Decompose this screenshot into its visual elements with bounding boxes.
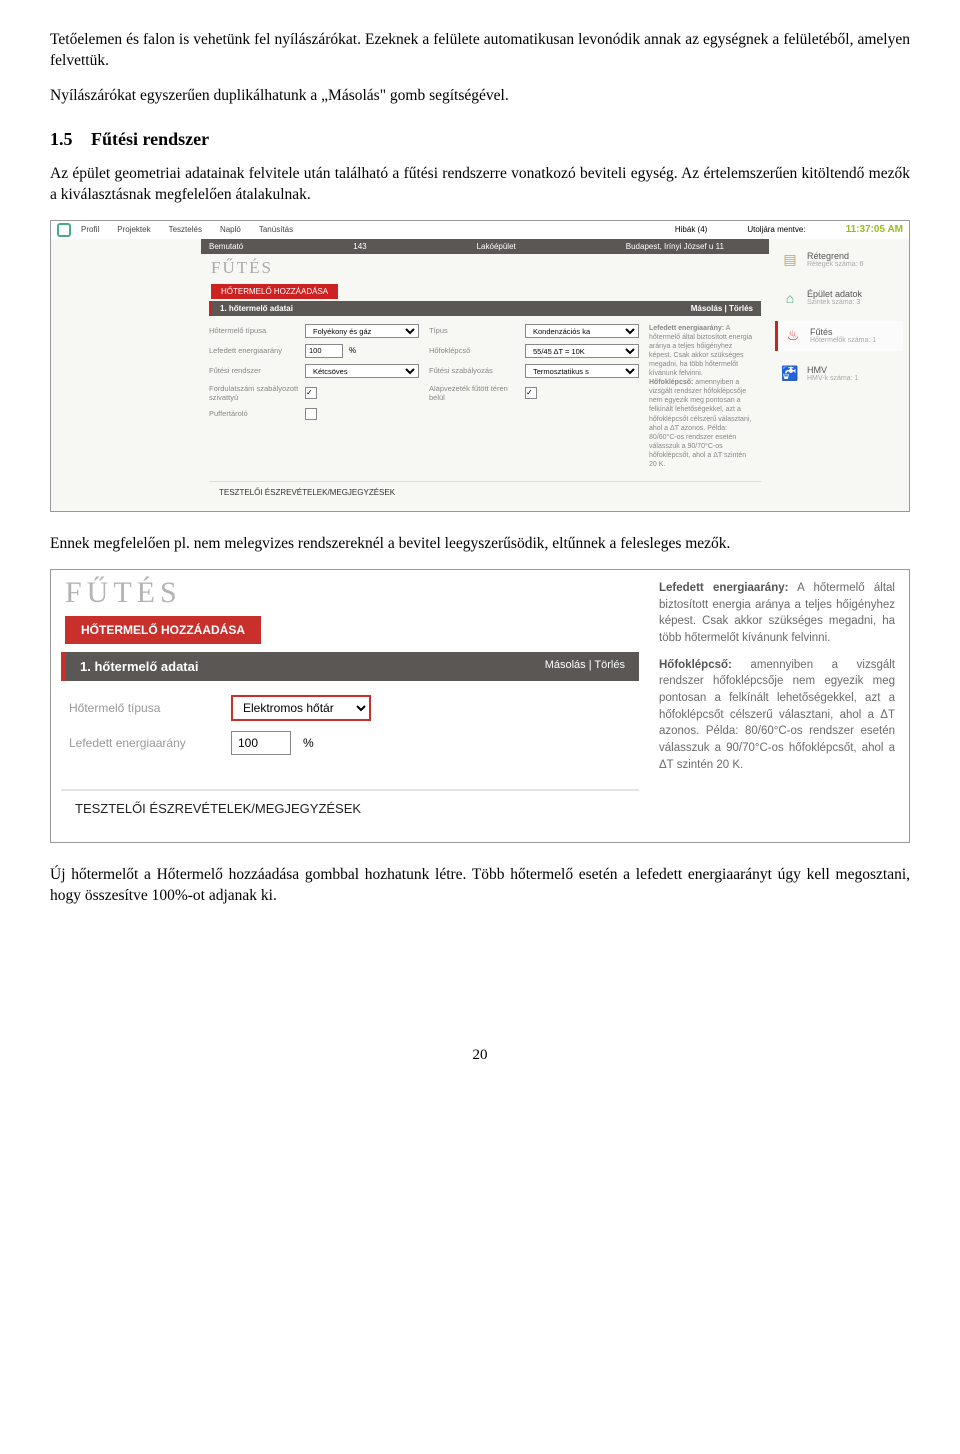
project-type: Lakóépület: [477, 242, 516, 251]
energy-input[interactable]: [305, 344, 343, 358]
lbl-type-2: Hőtermelő típusa: [69, 701, 219, 715]
app-logo-icon: [57, 223, 71, 237]
alap-checkbox[interactable]: ✓: [525, 387, 537, 399]
building-icon: ⌂: [779, 287, 801, 309]
nav-profil[interactable]: Profil: [81, 225, 99, 234]
tap-icon: 🚰: [779, 363, 801, 385]
lbl-szab: Fűtési szabályozás: [429, 366, 519, 375]
top-nav: Profil Projektek Tesztelés Napló Tanúsít…: [81, 225, 293, 234]
system-select[interactable]: Kétcsöves: [305, 364, 419, 378]
heater-type-select[interactable]: Folyékony és gáz: [305, 324, 419, 338]
info1-head: Lefedett energiaarány:: [649, 325, 724, 332]
nav-tanusitas[interactable]: Tanúsítás: [259, 225, 293, 234]
project-addr: Budapest, Irínyi József u 11: [626, 242, 724, 251]
c4-sub: HMV-k száma: 1: [807, 375, 858, 382]
heading-text: Fűtési rendszer: [91, 129, 209, 149]
unit-percent-2: %: [303, 736, 314, 750]
nav-teszteles[interactable]: Tesztelés: [169, 225, 202, 234]
c2-title: Épület adatok: [807, 289, 862, 299]
section-heading: 1.5 Fűtési rendszer: [50, 129, 910, 150]
paragraph-3: Az épület geometriai adatainak felvitele…: [50, 164, 910, 206]
paragraph-2: Nyílászárókat egyszerűen duplikálhatunk …: [50, 86, 910, 107]
info1-head-2: Lefedett energiaarány:: [659, 582, 788, 594]
app-screenshot-2: FŰTÉS HŐTERMELŐ HOZZÁADÁSA 1. hőtermelő …: [50, 569, 910, 843]
heater-header: 1. hőtermelő adatai Másolás | Törlés: [209, 301, 761, 316]
lbl-energy-2: Lefedett energiaarány: [69, 736, 219, 750]
heater-actions[interactable]: Másolás | Törlés: [691, 304, 753, 313]
c2-sub: Szintek száma: 3: [807, 299, 862, 306]
lbl-alap: Alapvezeték fűtött téren belül: [429, 384, 519, 402]
paragraph-4: Ennek megfelelően pl. nem melegvizes ren…: [50, 534, 910, 555]
heading-number: 1.5: [50, 129, 73, 149]
nav-naplo[interactable]: Napló: [220, 225, 241, 234]
buffer-checkbox[interactable]: [305, 408, 317, 420]
info-panel-2: Lefedett energiaarány: A hőtermelő által…: [649, 570, 909, 842]
paragraph-1: Tetőelemen és falon is vehetünk fel nyíl…: [50, 30, 910, 72]
info-panel: Lefedett energiaarány: A hőtermelő által…: [649, 324, 761, 470]
project-bar: Bemutató 143 Lakóépület Budapest, Irínyi…: [201, 239, 769, 254]
add-heater-button[interactable]: HŐTERMELŐ HOZZÁADÁSA: [211, 284, 338, 299]
heater-title: 1. hőtermelő adatai: [220, 304, 293, 313]
section-title: FŰTÉS: [201, 254, 769, 282]
saved-label: Utoljára mentve:: [747, 225, 805, 234]
card-hmv[interactable]: 🚰 HMVHMV-k száma: 1: [775, 359, 903, 389]
errors-link[interactable]: Hibák (4): [675, 225, 707, 234]
lbl-buffer: Puffertároló: [209, 409, 299, 418]
saved-time: 11:37:05 AM: [846, 224, 903, 235]
lbl-energy: Lefedett energiaarány: [209, 346, 299, 355]
side-panel: ▤ RétegrendRétegek száma: 6 ⌂ Épület adato…: [769, 239, 909, 512]
c3-title: Fűtés: [810, 327, 876, 337]
lbl-system: Fűtési rendszer: [209, 366, 299, 375]
info1-body: A hőtermelő által biztosított energia ar…: [649, 325, 752, 377]
pump-checkbox[interactable]: ✓: [305, 387, 317, 399]
c1-title: Rétegrend: [807, 251, 863, 261]
info2-head-2: Hőfoklépcső:: [659, 659, 732, 671]
heater-title-2: 1. hőtermelő adatai: [80, 659, 198, 674]
energy-input-2[interactable]: [231, 731, 291, 755]
c1-sub: Rétegek száma: 6: [807, 261, 863, 268]
lbl-hofok: Hőfoklépcső: [429, 346, 519, 355]
section-title-2: FŰTÉS: [51, 570, 649, 612]
lbl-pump: Fordulatszám szabályozott szivattyú: [209, 384, 299, 402]
info2-body-2: amennyiben a vizsgált rendszer hőfoklépc…: [659, 659, 895, 771]
tester-notes: TESZTELŐI ÉSZREVÉTELEK/MEGJEGYZÉSEK: [209, 481, 761, 503]
nav-projektek[interactable]: Projektek: [117, 225, 150, 234]
add-heater-button-2[interactable]: HŐTERMELŐ HOZZÁADÁSA: [65, 616, 261, 644]
heating-icon: ♨: [782, 325, 804, 347]
tester-notes-2: TESZTELŐI ÉSZREVÉTELEK/MEGJEGYZÉSEK: [61, 789, 639, 842]
top-bar: Profil Projektek Tesztelés Napló Tanúsít…: [51, 221, 909, 239]
heater-type-select-2[interactable]: Elektromos hőtár: [231, 695, 371, 721]
szab-select[interactable]: Termosztatikus s: [525, 364, 639, 378]
c4-title: HMV: [807, 365, 858, 375]
hofok-select[interactable]: 55/45 ΔT = 10K: [525, 344, 639, 358]
app-screenshot-1: Profil Projektek Tesztelés Napló Tanúsít…: [50, 220, 910, 513]
unit-percent: %: [349, 346, 356, 355]
lbl-type: Hőtermelő típusa: [209, 326, 299, 335]
page-number: 20: [50, 1047, 910, 1064]
project-num: 143: [353, 242, 366, 251]
layers-icon: ▤: [779, 249, 801, 271]
lbl-tipus: Típus: [429, 326, 519, 335]
heater-actions-2[interactable]: Másolás | Törlés: [545, 659, 625, 674]
info2-head: Hőfoklépcső:: [649, 379, 693, 386]
heater-header-2: 1. hőtermelő adatai Másolás | Törlés: [61, 652, 639, 681]
card-epulet[interactable]: ⌂ Épület adatokSzintek száma: 3: [775, 283, 903, 313]
project-name: Bemutató: [209, 242, 243, 251]
info2-body: amennyiben a vizsgált rendszer hőfoklépc…: [649, 379, 751, 468]
card-futes[interactable]: ♨ FűtésHőtermelők száma: 1: [775, 321, 903, 351]
paragraph-5: Új hőtermelőt a Hőtermelő hozzáadása gom…: [50, 865, 910, 907]
tipus-select[interactable]: Kondenzációs ka: [525, 324, 639, 338]
c3-sub: Hőtermelők száma: 1: [810, 337, 876, 344]
card-retegrend[interactable]: ▤ RétegrendRétegek száma: 6: [775, 245, 903, 275]
